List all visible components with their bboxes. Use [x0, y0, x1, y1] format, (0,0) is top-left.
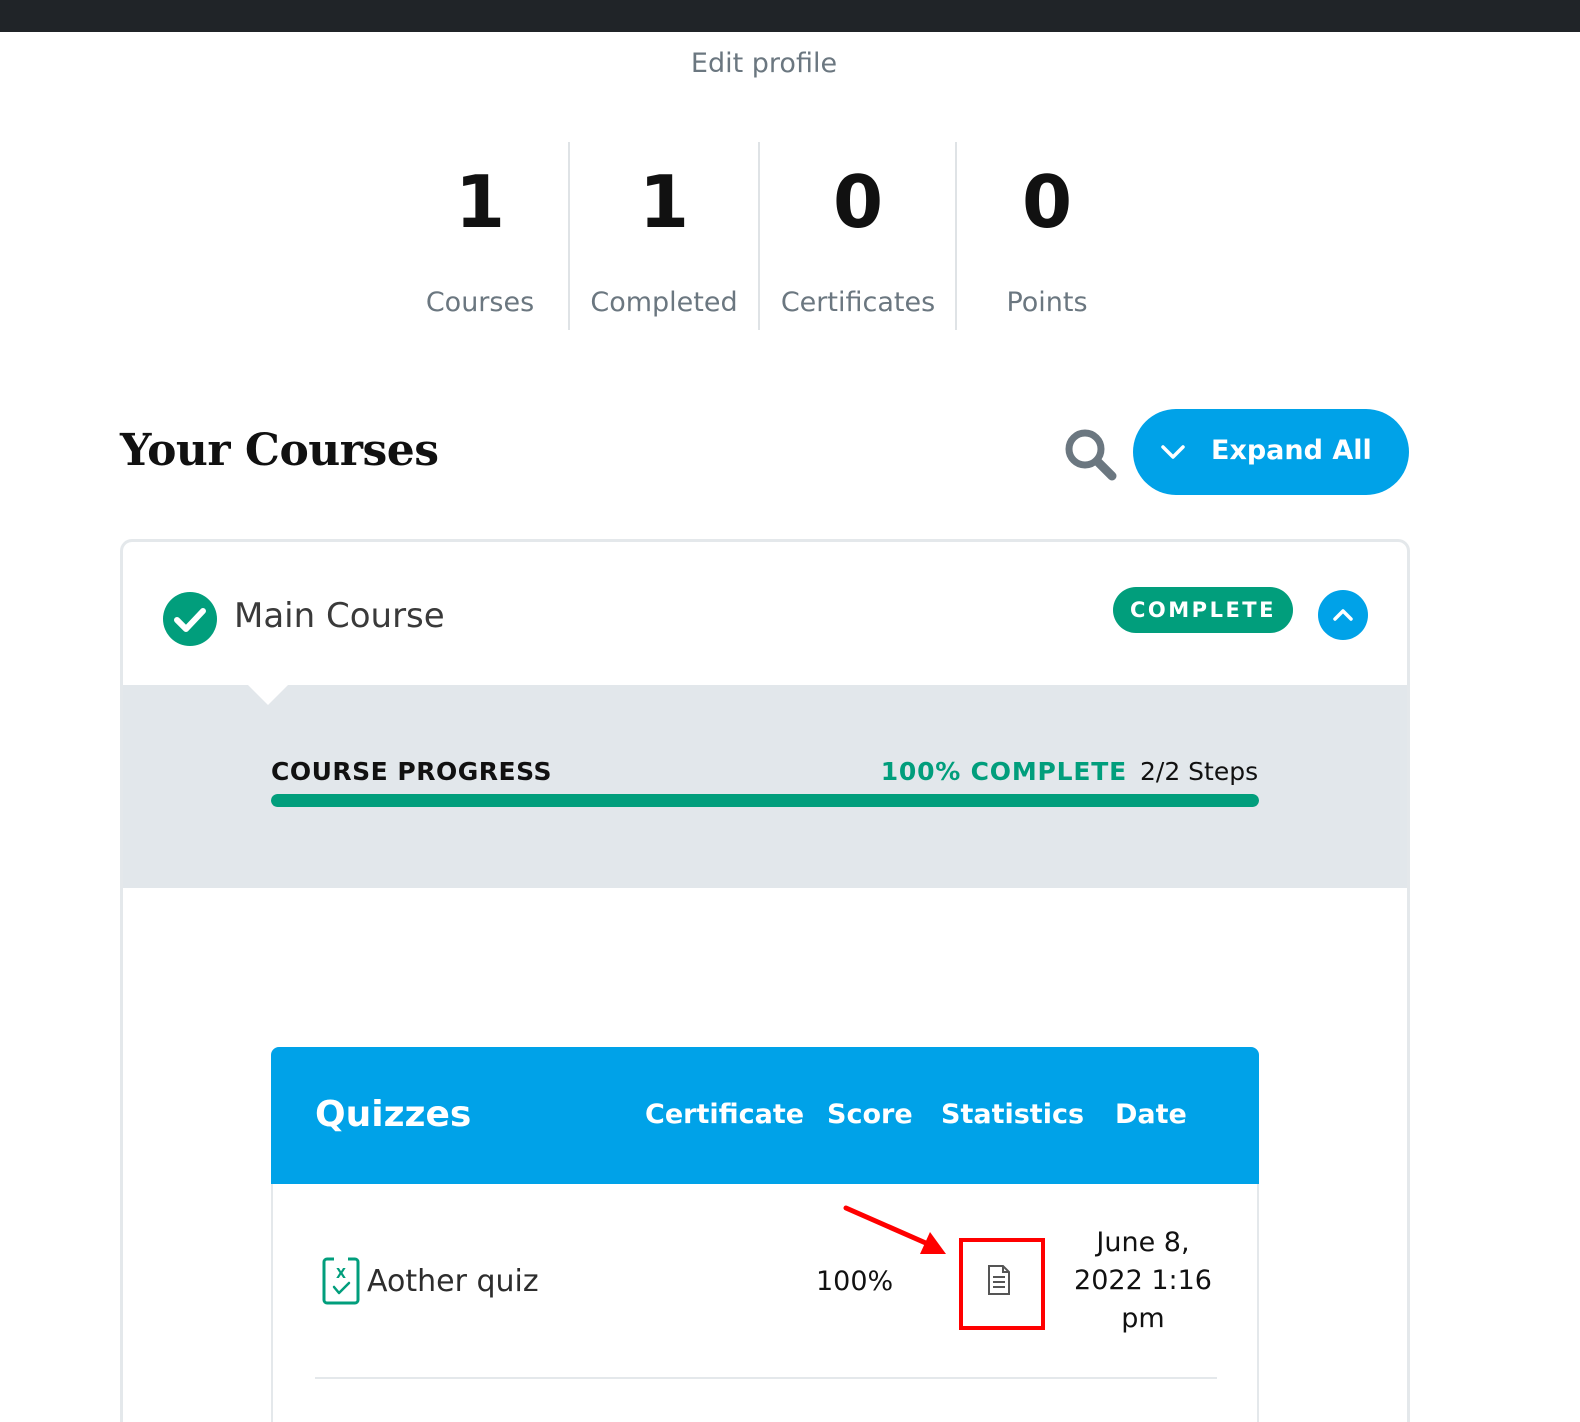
progress-bar	[271, 794, 1259, 807]
top-bar	[0, 0, 1580, 32]
panel-notch	[245, 682, 291, 705]
stat-points: 0 Points	[962, 142, 1132, 330]
quizzes-table-header: Quizzes Certificate Score Statistics Dat…	[271, 1047, 1259, 1184]
status-badge: COMPLETE	[1113, 587, 1293, 633]
stat-divider	[955, 142, 957, 330]
expand-all-button[interactable]: Expand All	[1133, 409, 1409, 495]
table-row: X Aother quiz 100% June 8, 2022 1:16 pm	[273, 1184, 1257, 1377]
stat-divider	[758, 142, 760, 330]
progress-title: COURSE PROGRESS	[271, 757, 552, 786]
stat-label: Points	[1006, 287, 1088, 318]
chevron-up-icon	[1333, 609, 1353, 621]
stat-label: Certificates	[780, 287, 936, 318]
quiz-date: June 8, 2022 1:16 pm	[1069, 1224, 1217, 1338]
progress-bar-fill	[271, 794, 1259, 807]
column-header-statistics: Statistics	[941, 1099, 1085, 1130]
stat-certificates: 0 Certificates	[762, 142, 954, 330]
stat-value: 1	[454, 160, 506, 244]
stat-label: Courses	[425, 287, 535, 318]
quiz-name[interactable]: Aother quiz	[367, 1264, 539, 1299]
quiz-date-line: 2022 1:16	[1074, 1265, 1212, 1296]
column-header-date: Date	[1115, 1099, 1187, 1130]
document-icon[interactable]	[986, 1264, 1012, 1296]
chevron-down-icon	[1161, 445, 1185, 459]
quiz-date-line: June 8,	[1096, 1227, 1190, 1258]
collapse-button[interactable]	[1318, 590, 1368, 640]
your-courses-heading: Your Courses	[120, 425, 439, 476]
column-header-certificate: Certificate	[645, 1099, 805, 1130]
progress-percent: 100% COMPLETE	[880, 757, 1127, 786]
check-circle-icon	[163, 592, 217, 646]
quizzes-table: Quizzes Certificate Score Statistics Dat…	[271, 1047, 1259, 1422]
expand-all-label: Expand All	[1211, 435, 1372, 466]
stat-courses: 1 Courses	[400, 142, 560, 330]
quiz-score: 100%	[816, 1266, 894, 1297]
stat-divider	[568, 142, 570, 330]
course-progress-panel: COURSE PROGRESS 100% COMPLETE 2/2 Steps	[123, 685, 1407, 888]
stat-label: Completed	[590, 287, 738, 318]
quiz-icon: X	[322, 1257, 360, 1305]
annotation-arrow-icon	[843, 1205, 946, 1254]
stat-value: 0	[832, 160, 884, 244]
svg-text:X: X	[336, 1267, 346, 1282]
edit-profile-link[interactable]: Edit profile	[0, 48, 1528, 79]
stat-completed: 1 Completed	[574, 142, 754, 330]
progress-steps: 2/2 Steps	[1140, 757, 1259, 786]
quizzes-table-body: X Aother quiz 100% June 8, 2022 1:16 pm	[271, 1184, 1259, 1422]
course-header[interactable]: Main Course COMPLETE	[123, 542, 1407, 685]
course-title[interactable]: Main Course	[234, 596, 445, 636]
quizzes-title: Quizzes	[315, 1094, 472, 1135]
row-divider	[315, 1377, 1217, 1379]
search-icon[interactable]	[1062, 426, 1118, 482]
profile-stats: 1 Courses 1 Completed 0 Certificates 0 P…	[0, 142, 1580, 330]
course-card: Main Course COMPLETE COURSE PROGRESS 100…	[120, 539, 1410, 1422]
stat-value: 0	[1021, 160, 1073, 244]
stat-value: 1	[638, 160, 690, 244]
column-header-score: Score	[827, 1099, 913, 1130]
quiz-date-line: pm	[1121, 1303, 1165, 1334]
